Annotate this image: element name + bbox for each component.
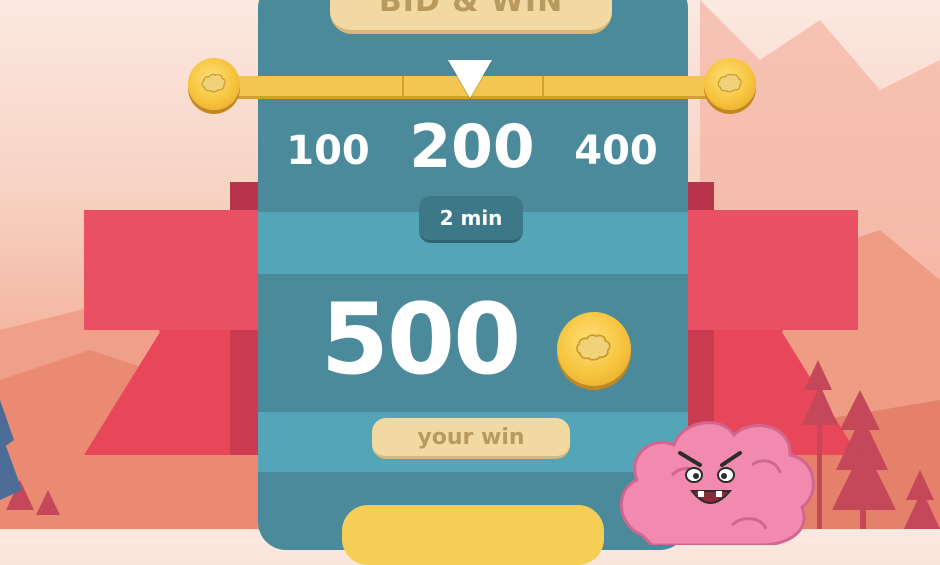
- title-banner: BID & WIN: [330, 0, 612, 34]
- your-win-label: your win: [372, 418, 570, 459]
- bid-option-400[interactable]: 400: [566, 128, 666, 174]
- slider-tick: [542, 76, 544, 96]
- brain-coin-icon: [704, 58, 756, 110]
- brain-coin-icon: [188, 58, 240, 110]
- duration-badge: 2 min: [419, 196, 523, 243]
- bid-option-100[interactable]: 100: [278, 128, 378, 174]
- brain-coin-icon: [557, 312, 631, 386]
- prize-amount: 500: [320, 283, 522, 397]
- slider-tick: [402, 76, 404, 96]
- play-button[interactable]: [342, 505, 604, 565]
- triangle-pointer-icon[interactable]: [448, 60, 492, 98]
- bid-option-200-selected[interactable]: 200: [408, 112, 536, 182]
- angry-pink-brain-character: [620, 421, 815, 545]
